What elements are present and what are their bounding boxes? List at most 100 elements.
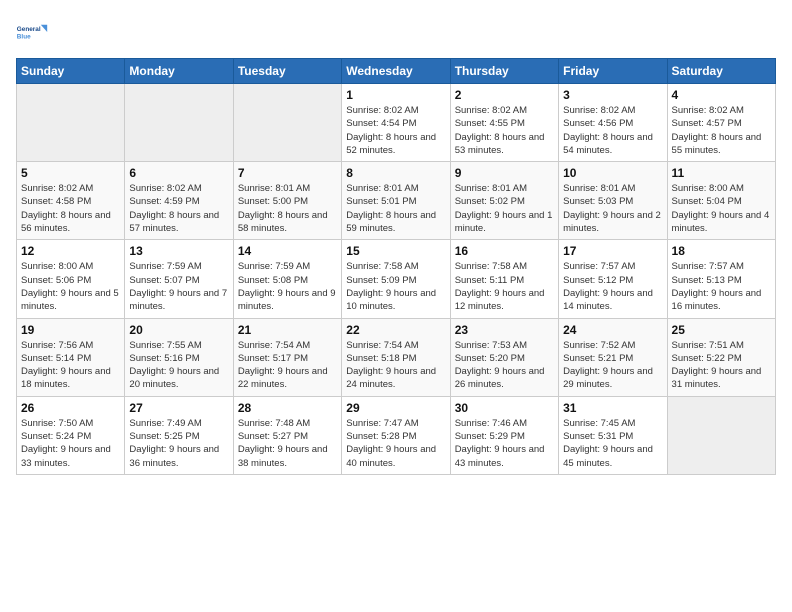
day-number: 27 [129, 401, 228, 415]
calendar-cell: 29 Sunrise: 7:47 AM Sunset: 5:28 PM Dayli… [342, 396, 450, 474]
calendar-cell: 1 Sunrise: 8:02 AM Sunset: 4:54 PM Daylig… [342, 84, 450, 162]
calendar-cell: 9Sunrise: 8:01 AM Sunset: 5:02 PM Daylig… [450, 162, 558, 240]
day-info: Sunrise: 8:01 AM Sunset: 5:03 PM Dayligh… [563, 182, 662, 235]
day-info: Sunrise: 8:00 AM Sunset: 5:06 PM Dayligh… [21, 260, 120, 313]
calendar-cell: 2 Sunrise: 8:02 AM Sunset: 4:55 PM Daylig… [450, 84, 558, 162]
calendar-week-row: 26 Sunrise: 7:50 AM Sunset: 5:24 PM Dayli… [17, 396, 776, 474]
day-info: Sunrise: 8:02 AM Sunset: 4:59 PM Dayligh… [129, 182, 228, 235]
calendar-cell: 20 Sunrise: 7:55 AM Sunset: 5:16 PM Dayli… [125, 318, 233, 396]
page-header: GeneralBlue [16, 16, 776, 48]
calendar-cell: 6 Sunrise: 8:02 AM Sunset: 4:59 PM Daylig… [125, 162, 233, 240]
day-number: 10 [563, 166, 662, 180]
calendar-cell: 11 Sunrise: 8:00 AM Sunset: 5:04 PM Dayli… [667, 162, 775, 240]
calendar-cell [17, 84, 125, 162]
day-number: 31 [563, 401, 662, 415]
logo-icon: GeneralBlue [16, 16, 48, 48]
day-number: 19 [21, 323, 120, 337]
day-number: 28 [238, 401, 337, 415]
day-info: Sunrise: 7:59 AM Sunset: 5:08 PM Dayligh… [238, 260, 337, 313]
calendar-cell: 23Sunrise: 7:53 AM Sunset: 5:20 PM Dayli… [450, 318, 558, 396]
day-number: 30 [455, 401, 554, 415]
day-number: 11 [672, 166, 771, 180]
day-info: Sunrise: 7:48 AM Sunset: 5:27 PM Dayligh… [238, 417, 337, 470]
svg-text:Blue: Blue [17, 33, 31, 40]
day-number: 29 [346, 401, 445, 415]
day-info: Sunrise: 8:00 AM Sunset: 5:04 PM Dayligh… [672, 182, 771, 235]
day-number: 6 [129, 166, 228, 180]
day-info: Sunrise: 7:52 AM Sunset: 5:21 PM Dayligh… [563, 339, 662, 392]
calendar-week-row: 19Sunrise: 7:56 AM Sunset: 5:14 PM Dayli… [17, 318, 776, 396]
day-info: Sunrise: 7:45 AM Sunset: 5:31 PM Dayligh… [563, 417, 662, 470]
calendar-cell: 28 Sunrise: 7:48 AM Sunset: 5:27 PM Dayli… [233, 396, 341, 474]
weekday-header-friday: Friday [559, 59, 667, 84]
calendar-week-row: 12Sunrise: 8:00 AM Sunset: 5:06 PM Dayli… [17, 240, 776, 318]
day-info: Sunrise: 8:02 AM Sunset: 4:58 PM Dayligh… [21, 182, 120, 235]
day-info: Sunrise: 7:57 AM Sunset: 5:12 PM Dayligh… [563, 260, 662, 313]
svg-text:General: General [17, 26, 41, 33]
calendar-cell: 10 Sunrise: 8:01 AM Sunset: 5:03 PM Dayli… [559, 162, 667, 240]
day-info: Sunrise: 8:02 AM Sunset: 4:56 PM Dayligh… [563, 104, 662, 157]
day-info: Sunrise: 7:58 AM Sunset: 5:11 PM Dayligh… [455, 260, 554, 313]
calendar-cell: 21Sunrise: 7:54 AM Sunset: 5:17 PM Dayli… [233, 318, 341, 396]
day-number: 8 [346, 166, 445, 180]
weekday-header-thursday: Thursday [450, 59, 558, 84]
calendar-cell: 27 Sunrise: 7:49 AM Sunset: 5:25 PM Dayli… [125, 396, 233, 474]
weekday-header-monday: Monday [125, 59, 233, 84]
day-info: Sunrise: 7:46 AM Sunset: 5:29 PM Dayligh… [455, 417, 554, 470]
calendar-cell: 8Sunrise: 8:01 AM Sunset: 5:01 PM Daylig… [342, 162, 450, 240]
day-number: 15 [346, 244, 445, 258]
calendar-cell: 4Sunrise: 8:02 AM Sunset: 4:57 PM Daylig… [667, 84, 775, 162]
calendar-week-row: 5Sunrise: 8:02 AM Sunset: 4:58 PM Daylig… [17, 162, 776, 240]
day-number: 25 [672, 323, 771, 337]
calendar-cell: 12Sunrise: 8:00 AM Sunset: 5:06 PM Dayli… [17, 240, 125, 318]
day-number: 24 [563, 323, 662, 337]
day-number: 22 [346, 323, 445, 337]
day-number: 26 [21, 401, 120, 415]
calendar-cell: 30 Sunrise: 7:46 AM Sunset: 5:29 PM Dayli… [450, 396, 558, 474]
calendar-cell: 24 Sunrise: 7:52 AM Sunset: 5:21 PM Dayli… [559, 318, 667, 396]
day-info: Sunrise: 7:55 AM Sunset: 5:16 PM Dayligh… [129, 339, 228, 392]
calendar-cell: 25 Sunrise: 7:51 AM Sunset: 5:22 PM Dayli… [667, 318, 775, 396]
day-number: 1 [346, 88, 445, 102]
calendar-cell: 18Sunrise: 7:57 AM Sunset: 5:13 PM Dayli… [667, 240, 775, 318]
day-number: 17 [563, 244, 662, 258]
calendar-cell [233, 84, 341, 162]
calendar-cell: 22 Sunrise: 7:54 AM Sunset: 5:18 PM Dayli… [342, 318, 450, 396]
day-info: Sunrise: 8:01 AM Sunset: 5:02 PM Dayligh… [455, 182, 554, 235]
day-number: 3 [563, 88, 662, 102]
day-number: 18 [672, 244, 771, 258]
weekday-header-tuesday: Tuesday [233, 59, 341, 84]
day-info: Sunrise: 7:58 AM Sunset: 5:09 PM Dayligh… [346, 260, 445, 313]
calendar-cell: 13 Sunrise: 7:59 AM Sunset: 5:07 PM Dayli… [125, 240, 233, 318]
day-info: Sunrise: 7:59 AM Sunset: 5:07 PM Dayligh… [129, 260, 228, 313]
day-number: 14 [238, 244, 337, 258]
calendar-cell: 5Sunrise: 8:02 AM Sunset: 4:58 PM Daylig… [17, 162, 125, 240]
calendar-week-row: 1 Sunrise: 8:02 AM Sunset: 4:54 PM Daylig… [17, 84, 776, 162]
day-info: Sunrise: 7:50 AM Sunset: 5:24 PM Dayligh… [21, 417, 120, 470]
day-info: Sunrise: 8:02 AM Sunset: 4:55 PM Dayligh… [455, 104, 554, 157]
calendar-cell: 19Sunrise: 7:56 AM Sunset: 5:14 PM Dayli… [17, 318, 125, 396]
day-info: Sunrise: 7:54 AM Sunset: 5:18 PM Dayligh… [346, 339, 445, 392]
day-info: Sunrise: 7:49 AM Sunset: 5:25 PM Dayligh… [129, 417, 228, 470]
day-info: Sunrise: 8:02 AM Sunset: 4:54 PM Dayligh… [346, 104, 445, 157]
day-info: Sunrise: 7:47 AM Sunset: 5:28 PM Dayligh… [346, 417, 445, 470]
calendar-cell: 26 Sunrise: 7:50 AM Sunset: 5:24 PM Dayli… [17, 396, 125, 474]
day-number: 7 [238, 166, 337, 180]
calendar-cell: 14 Sunrise: 7:59 AM Sunset: 5:08 PM Dayli… [233, 240, 341, 318]
calendar-cell [125, 84, 233, 162]
day-number: 16 [455, 244, 554, 258]
day-info: Sunrise: 8:02 AM Sunset: 4:57 PM Dayligh… [672, 104, 771, 157]
day-info: Sunrise: 7:51 AM Sunset: 5:22 PM Dayligh… [672, 339, 771, 392]
calendar-cell: 17 Sunrise: 7:57 AM Sunset: 5:12 PM Dayli… [559, 240, 667, 318]
day-number: 2 [455, 88, 554, 102]
day-number: 20 [129, 323, 228, 337]
day-number: 13 [129, 244, 228, 258]
calendar-cell [667, 396, 775, 474]
day-info: Sunrise: 8:01 AM Sunset: 5:00 PM Dayligh… [238, 182, 337, 235]
weekday-header-saturday: Saturday [667, 59, 775, 84]
weekday-header-wednesday: Wednesday [342, 59, 450, 84]
calendar-cell: 31 Sunrise: 7:45 AM Sunset: 5:31 PM Dayli… [559, 396, 667, 474]
day-info: Sunrise: 7:53 AM Sunset: 5:20 PM Dayligh… [455, 339, 554, 392]
calendar-cell: 15 Sunrise: 7:58 AM Sunset: 5:09 PM Dayli… [342, 240, 450, 318]
calendar-cell: 3 Sunrise: 8:02 AM Sunset: 4:56 PM Daylig… [559, 84, 667, 162]
